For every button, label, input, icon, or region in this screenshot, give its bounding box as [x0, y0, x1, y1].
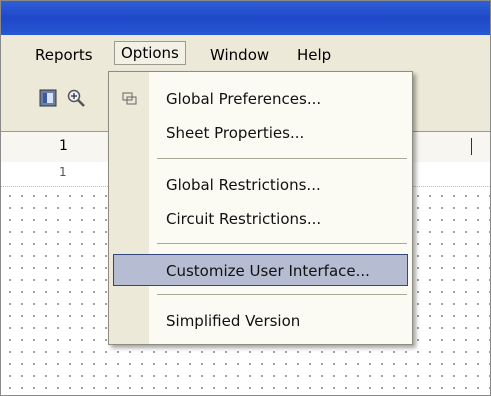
menu-item-sheet-properties[interactable]: Sheet Properties... — [109, 117, 412, 149]
menu-item-simplified-version[interactable]: Simplified Version — [109, 305, 412, 337]
menu-bar: Reports Options Window Help — [1, 35, 490, 73]
menu-options[interactable]: Options — [114, 41, 186, 65]
menu-help[interactable]: Help — [291, 44, 337, 66]
menu-item-label: Global Restrictions... — [166, 176, 321, 194]
zoom-in-icon[interactable] — [67, 89, 85, 107]
menu-item-label: Global Preferences... — [166, 90, 322, 108]
app-window: Reports Options Window Help 1 1 Global P… — [0, 0, 491, 396]
menu-reports[interactable]: Reports — [29, 44, 99, 66]
options-dropdown-menu: Global Preferences... Sheet Properties..… — [108, 71, 413, 345]
title-bar — [1, 1, 490, 35]
menu-item-global-preferences[interactable]: Global Preferences... — [109, 83, 412, 115]
ruler-column-number: 1 — [59, 138, 68, 154]
menu-item-label: Sheet Properties... — [166, 124, 305, 142]
menu-item-label: Simplified Version — [166, 312, 301, 330]
sheet-view-icon[interactable] — [39, 89, 57, 107]
menu-window[interactable]: Window — [204, 44, 275, 66]
menu-item-label: Circuit Restrictions... — [166, 210, 322, 228]
menu-item-customize-user-interface[interactable]: Customize User Interface... — [113, 254, 408, 286]
subruler-number: 1 — [59, 165, 67, 179]
menu-separator — [157, 243, 407, 244]
menu-item-circuit-restrictions[interactable]: Circuit Restrictions... — [109, 203, 412, 235]
menu-item-label: Customize User Interface... — [166, 262, 370, 280]
menu-separator — [157, 158, 407, 159]
menu-separator — [157, 294, 407, 295]
preferences-icon — [122, 92, 137, 105]
ruler-tick — [471, 138, 472, 155]
menu-item-global-restrictions[interactable]: Global Restrictions... — [109, 169, 412, 201]
